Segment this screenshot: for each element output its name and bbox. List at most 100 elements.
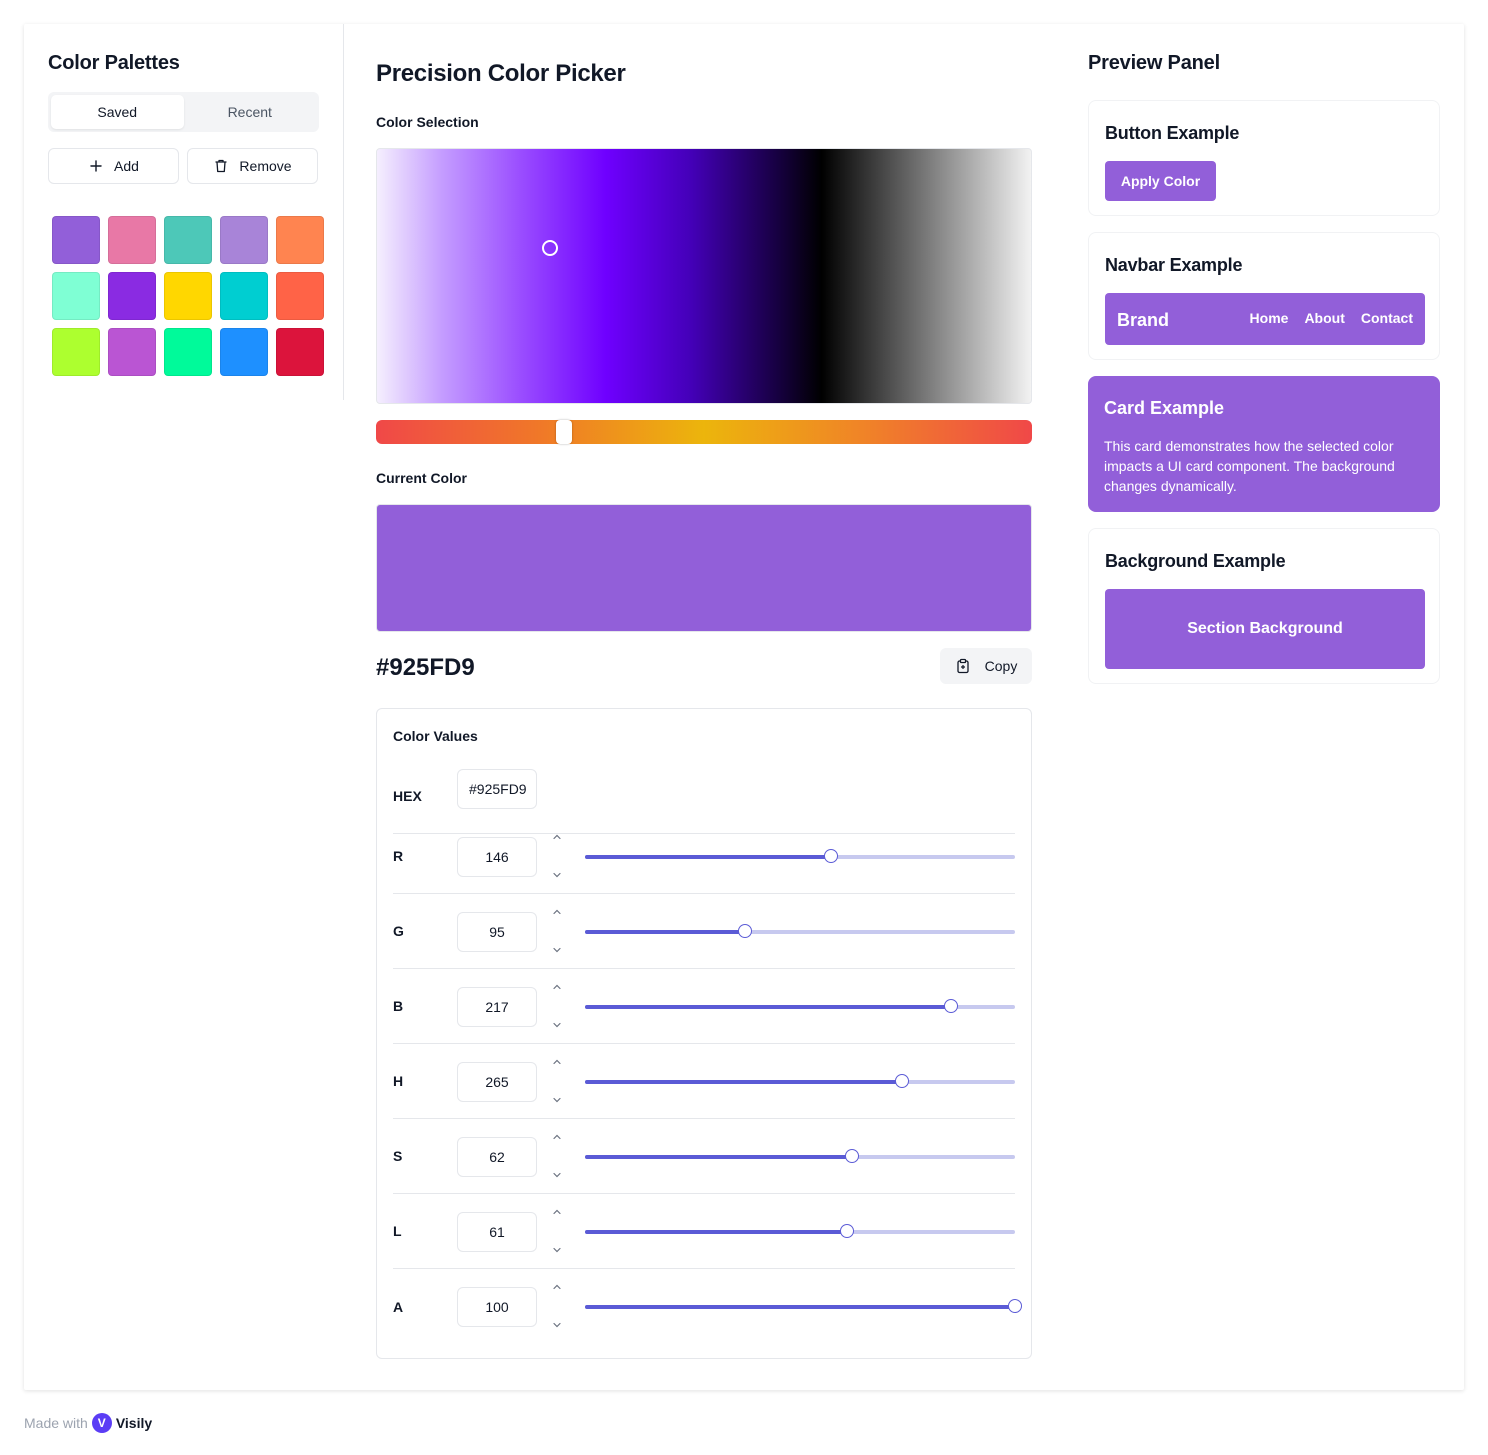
remove-button[interactable]: Remove [187,148,318,184]
channel-slider[interactable] [585,1149,1015,1163]
palette-swatch[interactable] [276,328,324,376]
channel-stepper [549,1131,565,1181]
channel-label: G [393,923,404,939]
channel-slider[interactable] [585,924,1015,938]
channel-input[interactable]: 100 [457,1287,537,1327]
trash-icon [215,159,227,173]
slider-fill [585,1005,951,1009]
page-title: Precision Color Picker [376,60,626,87]
channel-slider[interactable] [585,1299,1022,1313]
channel-label: A [393,1298,404,1315]
chevron-down-icon[interactable] [551,1019,563,1031]
chevron-up-icon[interactable] [551,831,563,843]
palette-swatch[interactable] [52,216,100,264]
chevron-up-icon[interactable] [551,1206,563,1218]
nav-link-home[interactable]: Home [1250,310,1289,326]
chevron-up-icon[interactable] [551,1281,563,1293]
hue-slider-thumb[interactable] [556,420,572,444]
palette-swatch[interactable] [164,216,212,264]
chevron-down-icon[interactable] [551,1094,563,1106]
palette-swatch[interactable] [164,272,212,320]
slider-thumb[interactable] [844,1149,859,1163]
chevron-down-icon[interactable] [551,869,563,881]
chevron-down-icon[interactable] [551,1244,563,1256]
channel-slider[interactable] [585,849,1015,863]
palette-swatch[interactable] [220,216,268,264]
remove-button-label: Remove [239,158,292,174]
channel-input[interactable]: 95 [457,912,537,952]
chevron-up-icon[interactable] [551,981,563,993]
slider-fill [585,1155,852,1159]
tab-recent[interactable]: Recent [184,95,317,129]
hex-input[interactable]: #925FD9 [457,769,537,809]
hue-slider[interactable] [376,420,1032,444]
visily-logo-icon: V [91,1413,112,1433]
channel-input[interactable]: 61 [457,1212,537,1252]
footer-brand: Visily [115,1415,153,1431]
slider-thumb[interactable] [824,849,839,863]
channel-input[interactable]: 217 [457,987,537,1027]
channel-input[interactable]: 265 [457,1062,537,1102]
channel-label: S [393,1148,403,1164]
channel-row-a: A 100 [393,1269,1022,1344]
nav-link-contact[interactable]: Contact [1361,310,1413,326]
color-area-cursor[interactable] [542,240,558,256]
background-example-title: Background Example [1105,551,1286,571]
apply-color-button[interactable]: Apply Color [1105,161,1216,201]
chevron-up-icon[interactable] [551,906,563,918]
channel-slider[interactable] [585,999,1015,1013]
saturation-value-area[interactable] [376,148,1032,404]
color-selection-label: Color Selection [376,114,479,130]
made-with-text: Made with [24,1415,88,1431]
slider-thumb[interactable] [840,1224,855,1238]
slider-fill [585,855,832,859]
channel-row-s: S 62 [393,1119,1015,1194]
chevron-up-icon[interactable] [551,1056,563,1068]
palette-swatch[interactable] [220,328,268,376]
channel-stepper [549,1206,565,1256]
channel-slider[interactable] [585,1074,1015,1088]
chevron-down-icon[interactable] [551,944,563,956]
channel-input[interactable]: 146 [457,837,537,877]
palette-swatch[interactable] [108,216,156,264]
button-example-title: Button Example [1105,123,1240,143]
channel-stepper [549,981,565,1031]
add-button[interactable]: Add [48,148,179,184]
color-values-panel: Color Values HEX #925FD9 R 146 G 95 B 217 H 265… [376,708,1032,1359]
channel-label: B [393,998,404,1014]
palette-swatch[interactable] [276,216,324,264]
tab-saved[interactable]: Saved [51,95,184,129]
slider-thumb[interactable] [1008,1299,1022,1313]
palette-swatch[interactable] [276,272,324,320]
plus-icon [90,160,102,172]
slider-thumb[interactable] [943,999,958,1013]
channel-stepper [549,906,565,956]
channel-row-l: L 61 [393,1194,1015,1269]
slider-fill [585,1305,1015,1309]
palette-swatch[interactable] [52,272,100,320]
chevron-down-icon[interactable] [551,1169,563,1181]
navbar-example-title: Navbar Example [1105,255,1243,275]
slider-thumb[interactable] [738,924,753,938]
preview-title: Preview Panel [1088,52,1220,74]
palette-swatch[interactable] [52,328,100,376]
channel-row-b: B 217 [393,969,1015,1044]
made-with-footer[interactable]: Made with V Visily [24,1412,152,1434]
color-values-title: Color Values [393,728,478,744]
chevron-up-icon[interactable] [551,1131,563,1143]
channel-input[interactable]: 62 [457,1137,537,1177]
navbar-brand[interactable]: Brand [1117,310,1169,331]
palette-swatch[interactable] [108,328,156,376]
channel-row-g: G 95 [393,894,1015,969]
chevron-down-icon[interactable] [551,1319,563,1331]
copy-button[interactable]: Copy [940,648,1032,684]
palette-swatch[interactable] [108,272,156,320]
add-button-label: Add [114,158,139,174]
palette-swatch[interactable] [164,328,212,376]
palette-swatch[interactable] [220,272,268,320]
channel-slider[interactable] [585,1224,1015,1238]
channel-label: R [393,848,404,864]
slider-thumb[interactable] [894,1074,909,1088]
hex-display: #925FD9 [376,654,475,681]
nav-link-about[interactable]: About [1304,310,1344,326]
